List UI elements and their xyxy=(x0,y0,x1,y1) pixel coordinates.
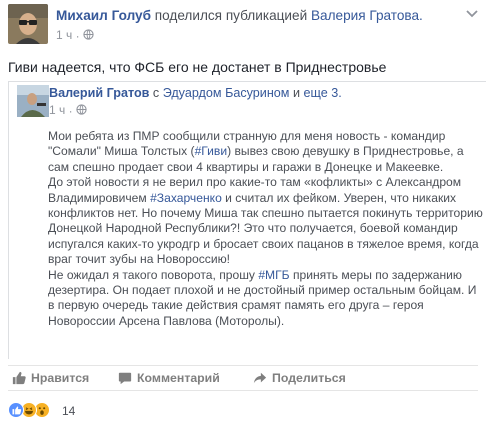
shared-from-link[interactable]: Валерия Гратова. xyxy=(311,8,423,23)
more-tagged-link[interactable]: еще 3. xyxy=(304,86,342,100)
body-line: испугался каких-то укродгр и бросает сво… xyxy=(48,236,479,251)
body-text: "Сомали" Миша Толстых ( xyxy=(48,144,195,159)
comment-icon xyxy=(118,372,132,385)
comment-button[interactable]: Комментарий xyxy=(118,371,220,386)
body-line: Новороссии Арсена Павлова (Моторолы). xyxy=(48,313,285,328)
tagged-person-link[interactable]: Эдуардом Басурином xyxy=(163,86,290,100)
action-bar: Нравится Комментарий Поделиться xyxy=(8,365,478,391)
body-text: принять меры по задержанию xyxy=(289,267,462,282)
shared-post: Валерий Гратов с Эдуардом Басурином и ещ… xyxy=(8,81,486,359)
with-text: с xyxy=(152,86,160,100)
thumbs-up-icon xyxy=(12,371,26,385)
hashtag-zakharchenko[interactable]: #Захарченко xyxy=(150,191,222,205)
share-action-text: поделился публикацией xyxy=(154,8,308,23)
chevron-down-icon[interactable] xyxy=(466,10,478,18)
body-text: и считал их фейком. Уверен, что никаких xyxy=(221,190,457,205)
public-globe-icon[interactable] xyxy=(83,29,94,43)
body-line: конфликтов нет. Но почему Миша так спешн… xyxy=(48,206,483,221)
body-line: До этой новости я не верил про какие-то … xyxy=(48,175,462,190)
like-button[interactable]: Нравится xyxy=(12,371,89,386)
body-text: ) вывез свою девушку в Приднестровье, а xyxy=(227,144,464,159)
share-label: Поделиться xyxy=(272,371,346,385)
shared-author-link[interactable]: Валерий Гратов xyxy=(49,86,149,100)
share-icon xyxy=(253,372,267,384)
hashtag-givi[interactable]: #Гиви xyxy=(195,144,228,158)
body-line: сам спешно продает свои 4 квартиры и гар… xyxy=(48,159,444,174)
post-timestamp[interactable]: 1 ч xyxy=(56,28,72,42)
body-text: Владимировичем xyxy=(48,190,151,205)
post-meta: 1 ч · xyxy=(56,28,94,43)
hashtag-mgb[interactable]: #МГБ xyxy=(258,268,289,282)
reaction-count[interactable]: 14 xyxy=(62,404,75,418)
post-header: Михаил Голуб поделился публикацией Валер… xyxy=(8,4,478,44)
header-line: Михаил Голуб поделился публикацией Валер… xyxy=(56,7,423,25)
author-name-link[interactable]: Михаил Голуб xyxy=(56,8,151,23)
shared-timestamp[interactable]: 1 ч xyxy=(49,103,65,117)
body-line: дезертира. Он подает плохой и не достойн… xyxy=(48,283,477,298)
body-line: Владимировичем #Захарченко и считал их ф… xyxy=(48,191,487,206)
post-text: Гиви надеется, что ФСБ его не достанет в… xyxy=(8,59,387,75)
meta-separator: · xyxy=(68,103,73,118)
comment-label: Комментарий xyxy=(137,371,220,385)
shared-author-avatar[interactable] xyxy=(17,85,49,117)
public-globe-icon[interactable] xyxy=(76,104,87,118)
shared-meta: 1 ч · xyxy=(49,103,87,118)
body-line: враг точит зубы на Новороссию! xyxy=(48,252,231,267)
like-label: Нравится xyxy=(31,371,90,385)
shared-post-body: Мои ребята из ПМР сообщили странную для … xyxy=(48,129,487,329)
like-icon xyxy=(8,402,24,418)
body-line: в первую очередь такие действия срамят п… xyxy=(48,298,424,313)
body-line: Мои ребята из ПМР сообщили странную для … xyxy=(48,129,446,143)
meta-separator: · xyxy=(75,28,80,43)
share-button[interactable]: Поделиться xyxy=(253,371,346,386)
body-line: Не ожидал я такого поворота, прошу #МГБ … xyxy=(48,268,487,283)
body-text: Не ожидал я такого поворота, прошу xyxy=(48,267,259,282)
shared-header-line: Валерий Гратов с Эдуардом Басурином и ещ… xyxy=(49,85,342,101)
and-text: и xyxy=(292,86,300,100)
body-line: "Сомали" Миша Толстых (#Гиви) вывез свою… xyxy=(48,144,487,159)
body-line: Донецкой Народной Республики?! Это что п… xyxy=(48,221,458,236)
author-avatar[interactable] xyxy=(8,4,48,44)
